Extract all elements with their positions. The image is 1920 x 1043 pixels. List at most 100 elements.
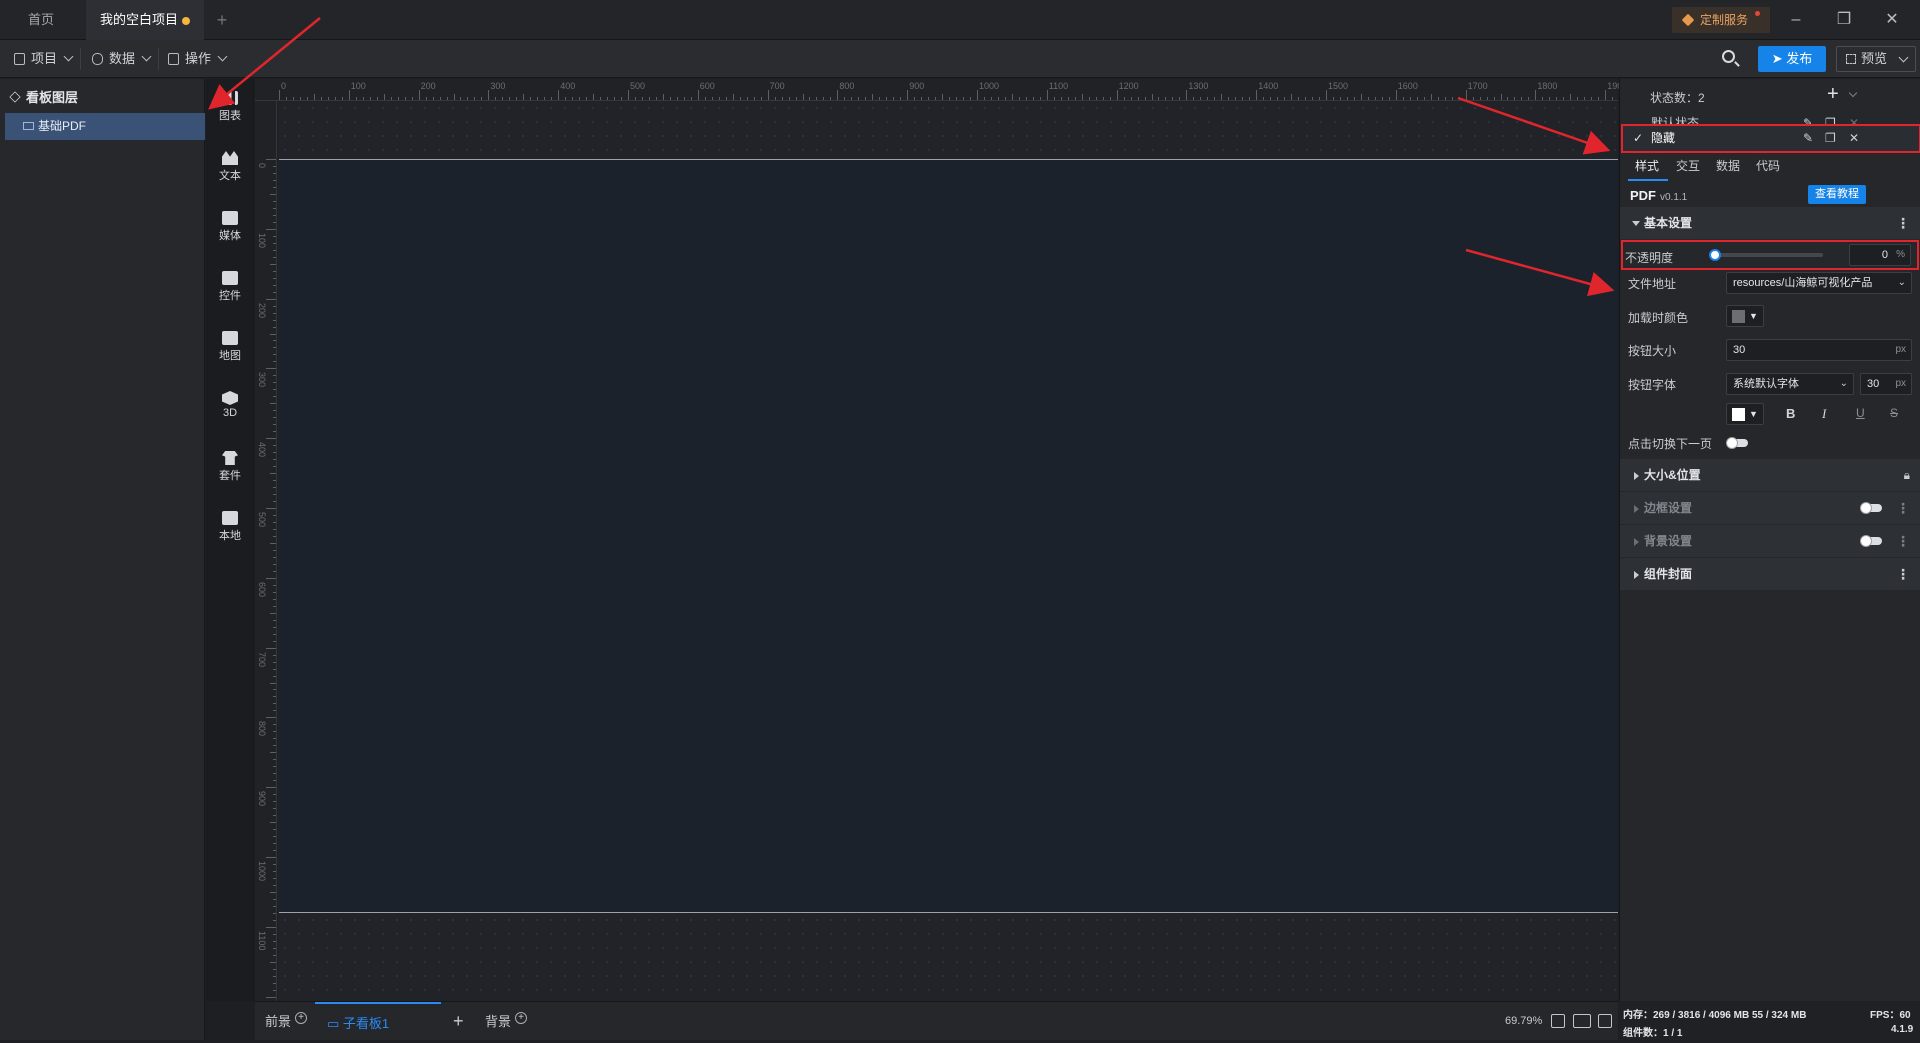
ruler-tick <box>704 97 706 100</box>
ruler-tick <box>273 480 276 482</box>
copy-icon[interactable]: ❐ <box>1825 126 1836 151</box>
tab-background[interactable]: 背景 + <box>485 1002 528 1041</box>
ruler-tick <box>273 431 276 433</box>
tab-foreground[interactable]: 前景 + <box>265 1002 308 1041</box>
preview-button[interactable]: 预览 <box>1836 46 1916 72</box>
vertical-ruler[interactable]: 0 100 200 300 400 500 600 700 800 900 1000 1100 <box>255 101 277 1001</box>
ruler-tick <box>1367 97 1369 100</box>
tab-interaction[interactable]: 交互 <box>1676 153 1700 181</box>
search-button[interactable] <box>1720 48 1742 70</box>
ruler-tick <box>1549 97 1551 100</box>
fit-screen-icon[interactable] <box>1551 1014 1565 1028</box>
zoom-level[interactable]: 69.79% <box>1505 1002 1542 1041</box>
tab-home[interactable]: 首页 <box>14 0 72 40</box>
ruler-tick <box>711 97 713 100</box>
chevron-down-icon[interactable] <box>1848 88 1858 98</box>
loading-color-picker[interactable]: ▼ <box>1726 305 1764 327</box>
add-circle-icon[interactable]: + <box>515 1012 528 1024</box>
ruler-tick <box>1270 97 1272 100</box>
click-next-toggle[interactable] <box>1726 437 1748 449</box>
component-text[interactable]: 文本 <box>206 151 254 183</box>
ruler-tick <box>1444 97 1446 100</box>
ruler-tick <box>320 97 322 100</box>
tutorial-button[interactable]: 查看教程 <box>1808 185 1866 204</box>
component-kit[interactable]: 套件 <box>206 451 254 483</box>
section-background[interactable]: 背景设置 ⋮ <box>1620 525 1920 557</box>
component-local[interactable]: 本地 <box>206 511 254 543</box>
ruler-tick <box>299 97 301 100</box>
italic-icon[interactable]: I <box>1822 406 1826 422</box>
ruler-tick <box>970 97 972 100</box>
menu-data[interactable]: 数据 <box>92 40 152 78</box>
button-font-size-input[interactable]: 30 px <box>1860 373 1912 395</box>
maximize-button[interactable]: ❐ <box>1822 0 1866 40</box>
tab-subboard[interactable]: ▭ 子看板1 <box>315 1002 441 1041</box>
button-font-select[interactable]: 系统默认字体 ⌄ <box>1726 373 1854 395</box>
layer-item[interactable]: 基础PDF <box>5 113 205 140</box>
component-media[interactable]: 媒体 <box>206 211 254 243</box>
strikethrough-icon[interactable]: S <box>1890 406 1898 420</box>
slider-handle[interactable] <box>1709 249 1721 261</box>
section-cover[interactable]: 组件封面 ⋮ <box>1620 558 1920 590</box>
custom-service-button[interactable]: 定制服务 <box>1672 7 1770 33</box>
more-icon[interactable]: ⋮ <box>1896 525 1910 557</box>
ruler-tick <box>1542 97 1544 100</box>
ruler-label: 1600 <box>1397 81 1418 91</box>
tab-code[interactable]: 代码 <box>1756 153 1780 181</box>
close-button[interactable]: ✕ <box>1870 0 1914 40</box>
search-icon-handle <box>1734 61 1740 67</box>
button-size-input[interactable]: 30 px <box>1726 339 1912 361</box>
ruler-tick <box>266 368 276 370</box>
font-color-picker[interactable]: ▼ <box>1726 403 1764 425</box>
keyboard-icon[interactable] <box>1573 1014 1591 1028</box>
publish-button[interactable]: ➤ 发布 <box>1758 46 1826 72</box>
ruler-tick <box>273 801 276 803</box>
tab-data[interactable]: 数据 <box>1716 153 1740 181</box>
more-icon[interactable]: ⋮ <box>1896 492 1910 524</box>
background-toggle[interactable] <box>1860 535 1882 547</box>
bold-icon[interactable]: B <box>1786 406 1795 421</box>
opacity-slider[interactable] <box>1709 249 1823 261</box>
unsaved-dot-icon <box>182 17 190 25</box>
section-border-label: 边框设置 <box>1644 501 1693 515</box>
add-tab-button[interactable]: + <box>208 0 236 40</box>
lock-icon[interactable]: 🔒︎ <box>1904 459 1910 491</box>
more-icon[interactable]: ⋮ <box>1896 558 1910 590</box>
menu-project[interactable]: 项目 <box>14 40 74 78</box>
section-border[interactable]: 边框设置 ⋮ <box>1620 492 1920 524</box>
ruler-tick <box>273 591 276 593</box>
text-icon <box>222 151 238 165</box>
tab-project[interactable]: 我的空白项目 <box>86 0 204 40</box>
add-circle-icon[interactable]: + <box>295 1012 308 1024</box>
component-widgets[interactable]: 控件 <box>206 271 254 303</box>
file-path-select[interactable]: resources/山海鲸可视化产品 ⌄ <box>1726 272 1912 294</box>
add-board-button[interactable]: + <box>453 1002 464 1041</box>
more-icon[interactable]: ⋮ <box>1896 207 1910 239</box>
ruler-tick <box>273 808 276 810</box>
component-charts[interactable]: 图表 <box>206 91 254 123</box>
ruler-tick <box>273 710 276 712</box>
minimize-button[interactable]: – <box>1774 0 1818 40</box>
horizontal-ruler[interactable]: 0 100 200 300 400 500 600 700 800 900 1000 1100 1200… <box>255 79 1627 101</box>
terminal-icon[interactable] <box>1598 1014 1612 1028</box>
delete-icon[interactable]: ✕ <box>1849 126 1859 151</box>
tab-style[interactable]: 样式 <box>1628 153 1668 181</box>
section-basic[interactable]: 基本设置 ⋮ <box>1620 207 1920 239</box>
edit-icon[interactable]: ✎ <box>1803 126 1813 151</box>
opacity-input[interactable]: 0 % <box>1849 244 1911 266</box>
component-map[interactable]: 地图 <box>206 331 254 363</box>
ruler-tick <box>273 661 276 663</box>
state-hidden[interactable]: ✓ 隐藏 ✎ ❐ ✕ <box>1621 124 1920 153</box>
ruler-tick <box>1095 97 1097 100</box>
ruler-tick <box>334 97 336 100</box>
border-toggle[interactable] <box>1860 502 1882 514</box>
component-3d[interactable]: 3D <box>206 391 254 419</box>
add-state-button[interactable]: + <box>1827 83 1839 106</box>
underline-icon[interactable]: U <box>1856 406 1865 420</box>
section-size-position[interactable]: 大小&位置 🔒︎ <box>1620 459 1920 491</box>
dashboard-board[interactable] <box>279 159 1618 913</box>
menu-operation[interactable]: 操作 <box>168 40 228 78</box>
ruler-tick <box>481 97 483 100</box>
ruler-tick <box>1535 90 1537 100</box>
ruler-tick <box>270 403 276 405</box>
